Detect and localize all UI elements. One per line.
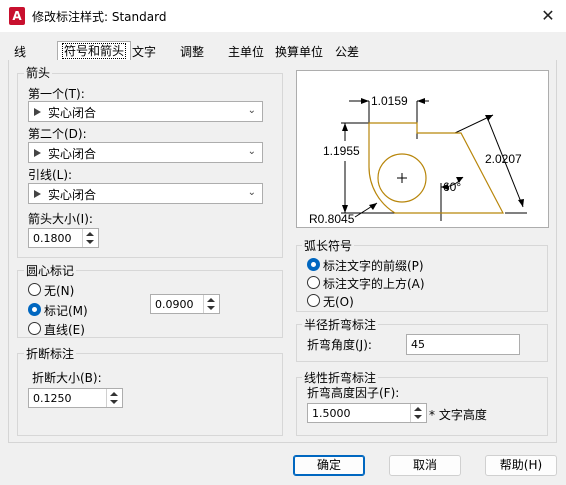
first-arrow-value: 实心闭合 [48, 106, 97, 120]
window-title: 修改标注样式: Standard [32, 10, 167, 24]
arrow-mark [361, 98, 369, 104]
break-size-label: 折断大小(B): [32, 371, 102, 385]
preview-angle: 60° [443, 180, 461, 194]
jog-angle-input[interactable]: 45 [406, 334, 520, 355]
jog-angle-label: 折弯角度(J): [307, 338, 372, 352]
dim-break-title: 折断标注 [24, 345, 77, 362]
close-icon[interactable]: ✕ [538, 6, 558, 26]
center-mark-radio[interactable] [28, 303, 41, 316]
leader-arrow-select[interactable]: 实心闭合 ⌄ [28, 183, 263, 204]
arc-prefix-radio[interactable] [307, 258, 320, 271]
second-arrow-value: 实心闭合 [48, 147, 97, 161]
tab-symbols-arrows-label: 符号和箭头 [62, 43, 127, 59]
closed-filled-arrow-icon [34, 190, 41, 198]
second-arrow-label: 第二个(D): [28, 127, 87, 141]
tab-tolerances[interactable]: 公差 [331, 44, 363, 61]
center-mark-label: 标记(M) [44, 304, 88, 318]
spin-up-icon[interactable] [110, 392, 118, 396]
second-arrow-select[interactable]: 实心闭合 ⌄ [28, 142, 263, 163]
arc-prefix-label: 标注文字的前缀(P) [323, 259, 424, 273]
spin-up-icon[interactable] [414, 407, 422, 411]
arrowheads-title: 箭头 [24, 64, 53, 81]
arc-none-label: 无(O) [323, 295, 354, 309]
preview-dim-right: 2.0207 [485, 152, 522, 166]
arrow-size-label: 箭头大小(I): [28, 212, 93, 226]
chevron-down-icon: ⌄ [247, 187, 256, 198]
first-arrow-label: 第一个(T): [28, 87, 85, 101]
arc-above-radio[interactable] [307, 276, 320, 289]
center-mark-size-value: 0.0900 [155, 298, 194, 311]
center-none-label: 无(N) [44, 284, 75, 298]
spinner-buttons[interactable] [410, 404, 426, 422]
arrow-size-spinner[interactable]: 0.1800 [28, 228, 99, 248]
spinner-buttons[interactable] [203, 295, 219, 313]
spin-down-icon[interactable] [110, 400, 118, 404]
cancel-button[interactable]: 取消 [389, 455, 461, 476]
preview-dim-top: 1.0159 [371, 94, 408, 108]
preview-dim-left: 1.1955 [323, 144, 360, 158]
spinner-buttons[interactable] [106, 389, 122, 407]
closed-filled-arrow-icon [34, 108, 41, 116]
jog-angle-value: 45 [411, 338, 425, 351]
chevron-down-icon: ⌄ [247, 105, 256, 116]
spinner-buttons[interactable] [82, 229, 98, 247]
center-line-label: 直线(E) [44, 323, 85, 337]
arc-above-label: 标注文字的上方(A) [323, 277, 425, 291]
spin-down-icon[interactable] [414, 415, 422, 419]
arc-none-radio[interactable] [307, 294, 320, 307]
arrow-size-value: 0.1800 [33, 232, 72, 245]
tab-text[interactable]: 文字 [128, 44, 160, 61]
spin-down-icon[interactable] [207, 306, 215, 310]
preview-drawing: 1.0159 1.1955 2.0207 60° R0.8045 [309, 94, 527, 226]
tab-symbols-arrows[interactable]: 符号和箭头 [57, 41, 132, 61]
jog-height-spinner[interactable]: 1.5000 [307, 403, 427, 423]
tab-primary-units[interactable]: 主单位 [224, 44, 268, 61]
arc-length-title: 弧长符号 [302, 237, 355, 254]
jog-height-value: 1.5000 [312, 407, 351, 420]
jog-height-label: 折弯高度因子(F): [307, 386, 400, 400]
dimension-preview: 1.0159 1.1955 2.0207 60° R0.8045 [296, 70, 549, 228]
preview-radius: R0.8045 [309, 212, 355, 226]
jog-height-suffix: * 文字高度 [429, 408, 487, 422]
first-arrow-select[interactable]: 实心闭合 ⌄ [28, 101, 263, 122]
radius-jog-title: 半径折弯标注 [302, 316, 379, 333]
leader-arrow-label: 引线(L): [28, 168, 73, 182]
spin-up-icon[interactable] [86, 232, 94, 236]
break-size-spinner[interactable]: 0.1250 [28, 388, 123, 408]
center-line-radio[interactable] [28, 322, 41, 335]
break-size-value: 0.1250 [33, 392, 72, 405]
tab-fit[interactable]: 调整 [176, 44, 208, 61]
spin-down-icon[interactable] [86, 240, 94, 244]
leader-arrow-value: 实心闭合 [48, 188, 97, 202]
center-none-radio[interactable] [28, 283, 41, 296]
center-mark-size-spinner[interactable]: 0.0900 [150, 294, 220, 314]
chevron-down-icon: ⌄ [247, 146, 256, 157]
spin-up-icon[interactable] [207, 298, 215, 302]
autocad-app-icon: A [9, 7, 25, 25]
tab-lines[interactable]: 线 [10, 44, 30, 61]
center-marks-title: 圆心标记 [24, 262, 77, 279]
closed-filled-arrow-icon [34, 149, 41, 157]
help-button[interactable]: 帮助(H) [485, 455, 557, 476]
ok-button[interactable]: 确定 [293, 455, 365, 476]
tab-alternate-units[interactable]: 换算单位 [271, 44, 327, 61]
